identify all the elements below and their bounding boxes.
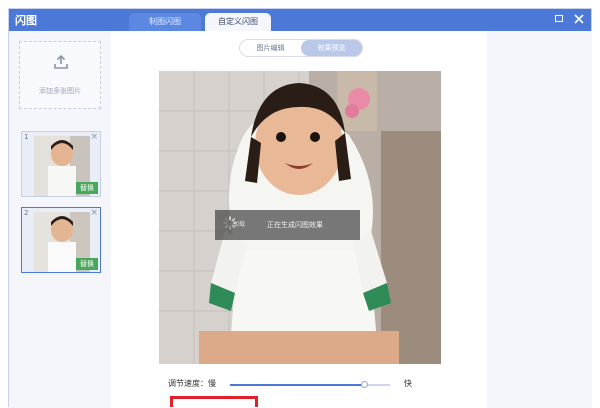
replace-button[interactable]: 替换 [76,182,98,194]
replace-button[interactable]: 替换 [76,258,98,270]
restore-icon [555,15,563,22]
title-bar: 闪图 制图闪图 自定义闪图 [9,9,591,31]
preview-image: 加载 正在生成闪图效果 [159,71,441,364]
window-title: 闪图 [15,14,37,27]
preview-area: 图片编辑 效果预览 加载 正在生成闪图效果 [111,31,487,408]
toggle-effect-preview[interactable]: 效果预览 [301,40,362,56]
thumbnail-close-icon[interactable]: × [90,132,98,142]
toast-message: 正在生成闪图效果 [267,221,323,229]
right-panel [487,31,592,408]
highlight-box [170,396,258,407]
speed-slider-knob[interactable] [360,381,368,388]
toast-label: 加载 [233,221,246,228]
speed-control: 调节速度：慢 快 [158,378,458,392]
add-images-button[interactable]: 添加多张图片 [19,41,101,109]
close-icon [574,14,584,24]
thumbnail-item[interactable]: 1 × 替换 [21,131,101,197]
speed-slow-label: 调节速度：慢 [168,379,216,388]
tab-custom-flash[interactable]: 自定义闪图 [205,13,271,31]
loading-toast: 加载 正在生成闪图效果 [215,210,360,240]
speed-fast-label: 快 [404,379,412,388]
toggle-image-edit[interactable]: 图片编辑 [240,40,301,56]
thumbnail-index: 1 [24,133,29,141]
speed-slider-fill [230,384,365,386]
thumbnail-index: 2 [24,209,29,217]
restore-button[interactable] [553,12,565,26]
thumbnail-close-icon[interactable]: × [90,208,98,218]
thumbnail-item[interactable]: 2 × 替换 [21,207,101,273]
window-controls [553,12,585,26]
close-button[interactable] [573,12,585,26]
tab-template-flash[interactable]: 制图闪图 [129,13,201,31]
view-toggle: 图片编辑 效果预览 [239,39,363,57]
add-images-label: 添加多张图片 [39,87,81,95]
app-window: 闪图 制图闪图 自定义闪图 添加多张图片 1 × 替换 2 × 替换 图片编辑 … [8,8,592,408]
upload-icon [54,54,68,69]
thumbnail-sidebar: 添加多张图片 1 × 替换 2 × 替换 [9,31,111,408]
speed-slider[interactable] [230,381,390,388]
